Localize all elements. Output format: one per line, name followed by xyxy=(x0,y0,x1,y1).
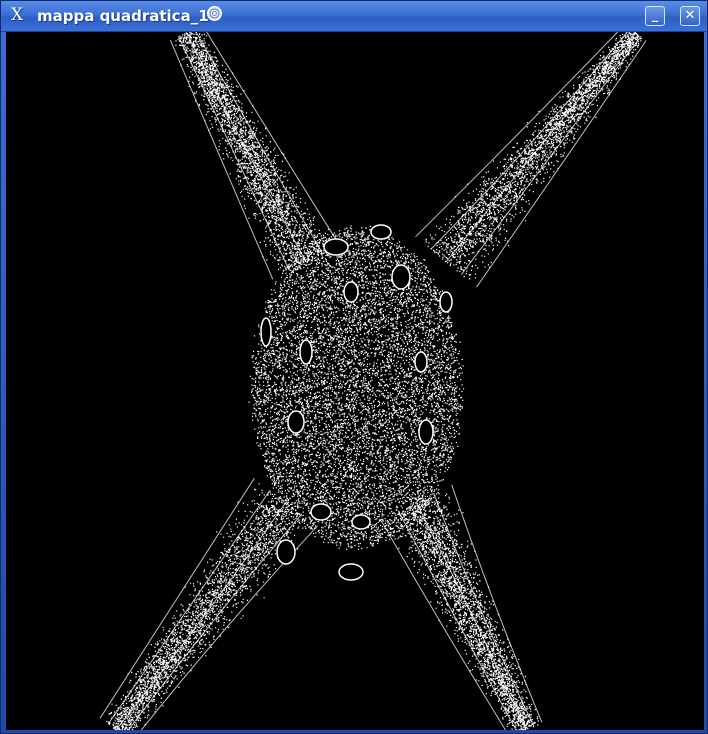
attractor-void xyxy=(343,281,359,303)
attractor-void xyxy=(338,563,364,581)
attractor-void xyxy=(418,419,434,445)
attractor-void xyxy=(323,238,349,256)
attractor-streak xyxy=(476,40,647,288)
attractor-void xyxy=(370,224,392,240)
attractor-void xyxy=(439,291,453,313)
attractor-void xyxy=(414,351,428,373)
spinner-icon xyxy=(207,6,222,21)
attractor-void xyxy=(276,539,296,565)
attractor-streak xyxy=(127,513,303,730)
attractor-void xyxy=(299,339,313,365)
attractor-streak xyxy=(177,35,290,271)
attractor-streak xyxy=(397,510,517,730)
attractor-points xyxy=(106,32,642,730)
plot-canvas[interactable] xyxy=(6,32,704,730)
x-window-icon[interactable]: X xyxy=(8,6,26,24)
attractor-void xyxy=(287,410,305,434)
attractor-streak xyxy=(460,35,642,275)
attractor-plot xyxy=(6,32,704,730)
application-window: X mappa quadratica_1 _ ✕ xyxy=(0,0,708,734)
attractor-void xyxy=(351,514,371,530)
minimize-button[interactable]: _ xyxy=(645,6,665,26)
attractor-streak xyxy=(415,32,619,238)
title-bar[interactable]: X mappa quadratica_1 _ ✕ xyxy=(1,1,707,32)
attractor-streak xyxy=(107,489,271,725)
attractor-void xyxy=(310,503,332,521)
close-button[interactable]: ✕ xyxy=(680,6,700,26)
attractor-void xyxy=(391,264,411,290)
window-title: mappa quadratica_1 xyxy=(37,7,209,25)
attractor-void xyxy=(260,317,272,347)
